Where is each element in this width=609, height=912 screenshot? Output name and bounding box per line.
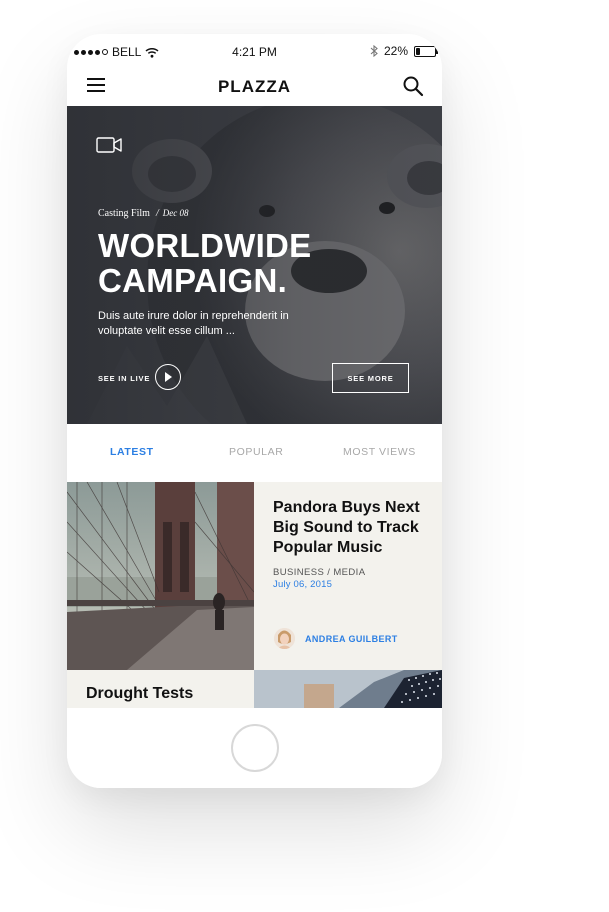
battery-icon: [414, 45, 438, 57]
bridge-photo: [67, 482, 254, 670]
article-date: July 06, 2015: [273, 579, 333, 590]
home-button[interactable]: [231, 724, 279, 772]
hero-headline[interactable]: WORLDWIDE CAMPAIGN.: [98, 228, 398, 298]
hero-meta: Casting Film / Dec 08: [98, 208, 188, 219]
hero-date: Dec 08: [162, 208, 189, 218]
status-bar: BELL 4:21 PM 22%: [67, 34, 442, 68]
video-camera-icon[interactable]: [96, 137, 122, 153]
hero-category[interactable]: Casting Film: [98, 208, 150, 219]
phone-frame: BELL 4:21 PM 22% PLAZZA Casting Film / D…: [67, 34, 442, 788]
phone-bottom-bezel: [67, 708, 442, 788]
article-card[interactable]: Drought Tests: [67, 670, 254, 708]
article-title[interactable]: Pandora Buys Next Big Sound to Track Pop…: [273, 498, 433, 558]
hero-banner[interactable]: Casting Film / Dec 08 WORLDWIDE CAMPAIGN. …: [67, 106, 442, 424]
avatar[interactable]: [274, 628, 295, 649]
bluetooth-icon: [370, 45, 378, 57]
avatar-photo: [274, 628, 295, 649]
article-image-fashion[interactable]: [254, 670, 442, 708]
status-right: 22%: [370, 44, 438, 58]
see-more-button[interactable]: SEE MORE: [332, 363, 409, 393]
article-card[interactable]: Pandora Buys Next Big Sound to Track Pop…: [254, 482, 442, 670]
meta-separator: /: [155, 208, 159, 219]
see-in-live-label[interactable]: SEE IN LIVE: [98, 374, 150, 383]
tab-most-views[interactable]: MOST VIEWS: [343, 446, 416, 458]
search-icon[interactable]: [402, 75, 424, 97]
hero-excerpt: Duis aute irure dolor in reprehenderit i…: [98, 310, 289, 337]
author-name[interactable]: ANDREA GUILBERT: [305, 634, 398, 644]
fashion-photo: [254, 670, 442, 708]
battery-percent: 22%: [383, 44, 408, 58]
headline-line: WORLDWIDE: [98, 227, 312, 264]
article-category[interactable]: BUSINESS / MEDIA: [273, 567, 365, 578]
content-tabs: LATEST POPULAR MOST VIEWS: [67, 424, 442, 480]
app-logo[interactable]: PLAZZA: [67, 77, 442, 97]
play-icon[interactable]: [155, 364, 181, 390]
battery-fill: [416, 47, 420, 55]
headline-line: CAMPAIGN.: [98, 262, 288, 299]
article-title[interactable]: Drought Tests: [86, 685, 193, 703]
tab-popular[interactable]: POPULAR: [229, 446, 283, 458]
article-image-bridge[interactable]: [67, 482, 254, 670]
top-navbar: PLAZZA: [67, 68, 442, 106]
tab-latest[interactable]: LATEST: [110, 446, 154, 458]
